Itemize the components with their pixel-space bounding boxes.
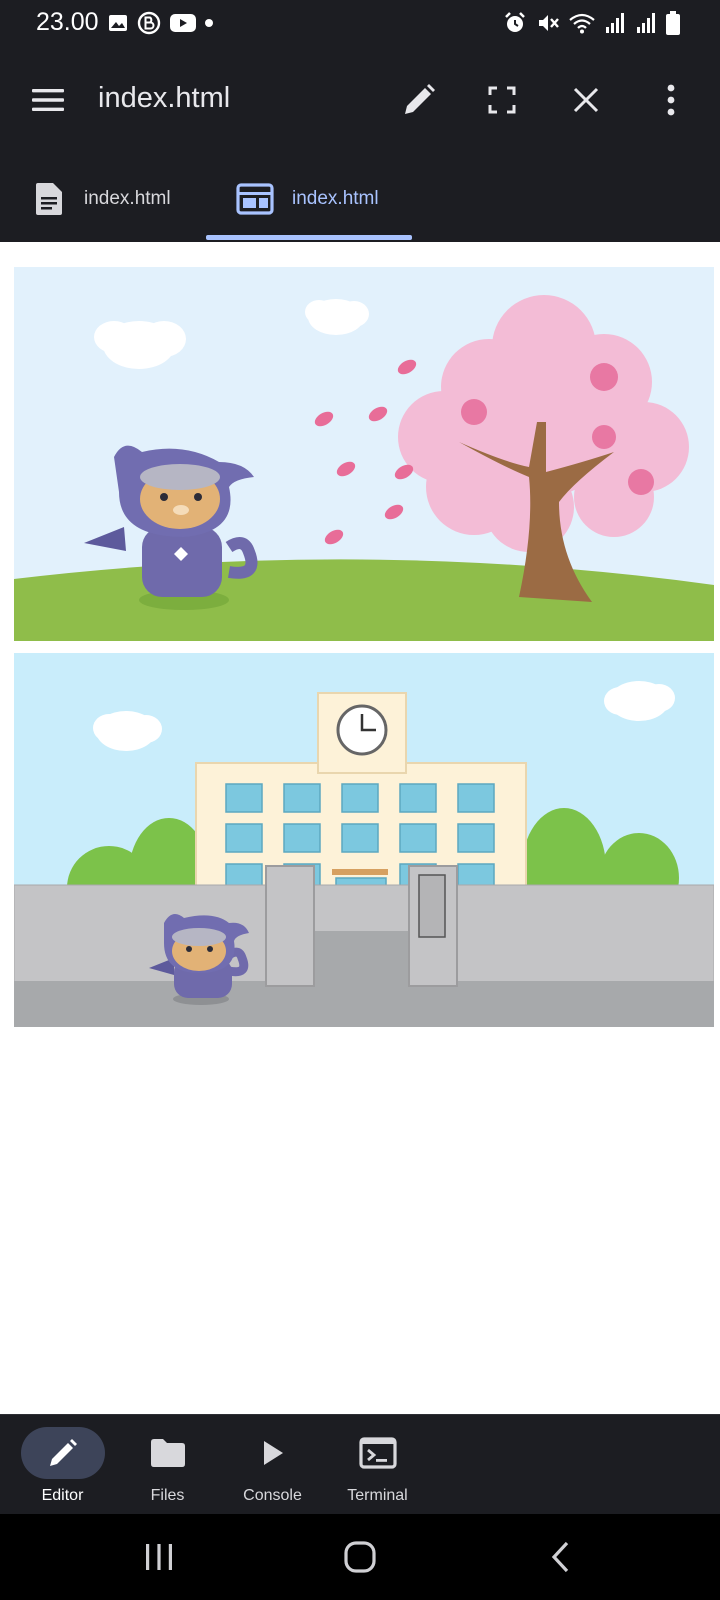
tab-code-editor[interactable]: index.html [32,156,171,242]
nav-pill [126,1427,210,1479]
spring-cherry-blossom-scene [14,267,714,641]
nav-pill [336,1427,420,1479]
play-icon [263,1441,283,1465]
signal-icon [635,12,657,34]
mute-icon [536,11,560,35]
bottom-navigation: Editor Files Console Terminal [0,1414,720,1514]
active-tab-indicator [206,235,412,240]
wifi-icon [569,12,595,34]
edit-button[interactable] [395,76,443,124]
fullscreen-button[interactable] [478,76,526,124]
close-icon [573,87,599,113]
nav-pill [231,1427,315,1479]
terminal-icon [358,1437,397,1469]
nav-item-files[interactable]: Files [115,1415,220,1515]
back-icon [551,1541,569,1573]
hamburger-menu-icon [32,89,64,111]
nav-item-editor[interactable]: Editor [10,1415,115,1515]
folder-icon [150,1439,185,1467]
status-time: 23.00 [36,8,99,36]
tab-preview[interactable]: index.html [236,156,379,242]
signal-icon [604,12,626,34]
home-button[interactable] [330,1534,390,1580]
home-icon [344,1541,376,1573]
toolbar: index.html [0,46,720,156]
tab-label: index.html [292,188,379,209]
tab-label: index.html [84,188,171,209]
preview-icon [236,183,274,215]
status-right-icons [503,10,680,36]
recents-button[interactable] [129,1534,189,1580]
image-icon [108,13,128,33]
nav-item-terminal[interactable]: Terminal [325,1415,430,1515]
status-left-icons [108,10,213,36]
system-navigation-bar [0,1514,720,1600]
page-title: index.html [98,82,231,114]
nav-label: Console [243,1487,302,1504]
close-button[interactable] [562,76,610,124]
nav-label: Terminal [347,1487,408,1504]
alarm-icon [503,11,527,35]
fullscreen-icon [488,86,516,114]
recents-icon [146,1544,172,1570]
back-button[interactable] [531,1534,591,1580]
youtube-icon [170,13,196,33]
nav-item-console[interactable]: Console [220,1415,325,1515]
app-bar: index.html index.html index.html [0,46,720,242]
b-badge-icon [137,11,161,35]
pencil-icon [49,1439,77,1466]
tab-bar: index.html index.html [0,156,720,242]
school-gate-scene [14,653,714,1027]
more-options-button[interactable] [647,76,695,124]
nav-pill [20,1427,105,1479]
preview-area[interactable] [0,242,720,1414]
battery-icon [666,11,680,35]
nav-label: Files [150,1487,185,1504]
nav-label: Editor [41,1487,84,1504]
document-icon [36,183,62,215]
menu-button[interactable] [28,80,68,120]
more-vert-icon [667,84,675,116]
edit-icon [405,84,435,114]
status-bar: 23.00 [0,0,720,46]
dot-icon [205,19,213,27]
